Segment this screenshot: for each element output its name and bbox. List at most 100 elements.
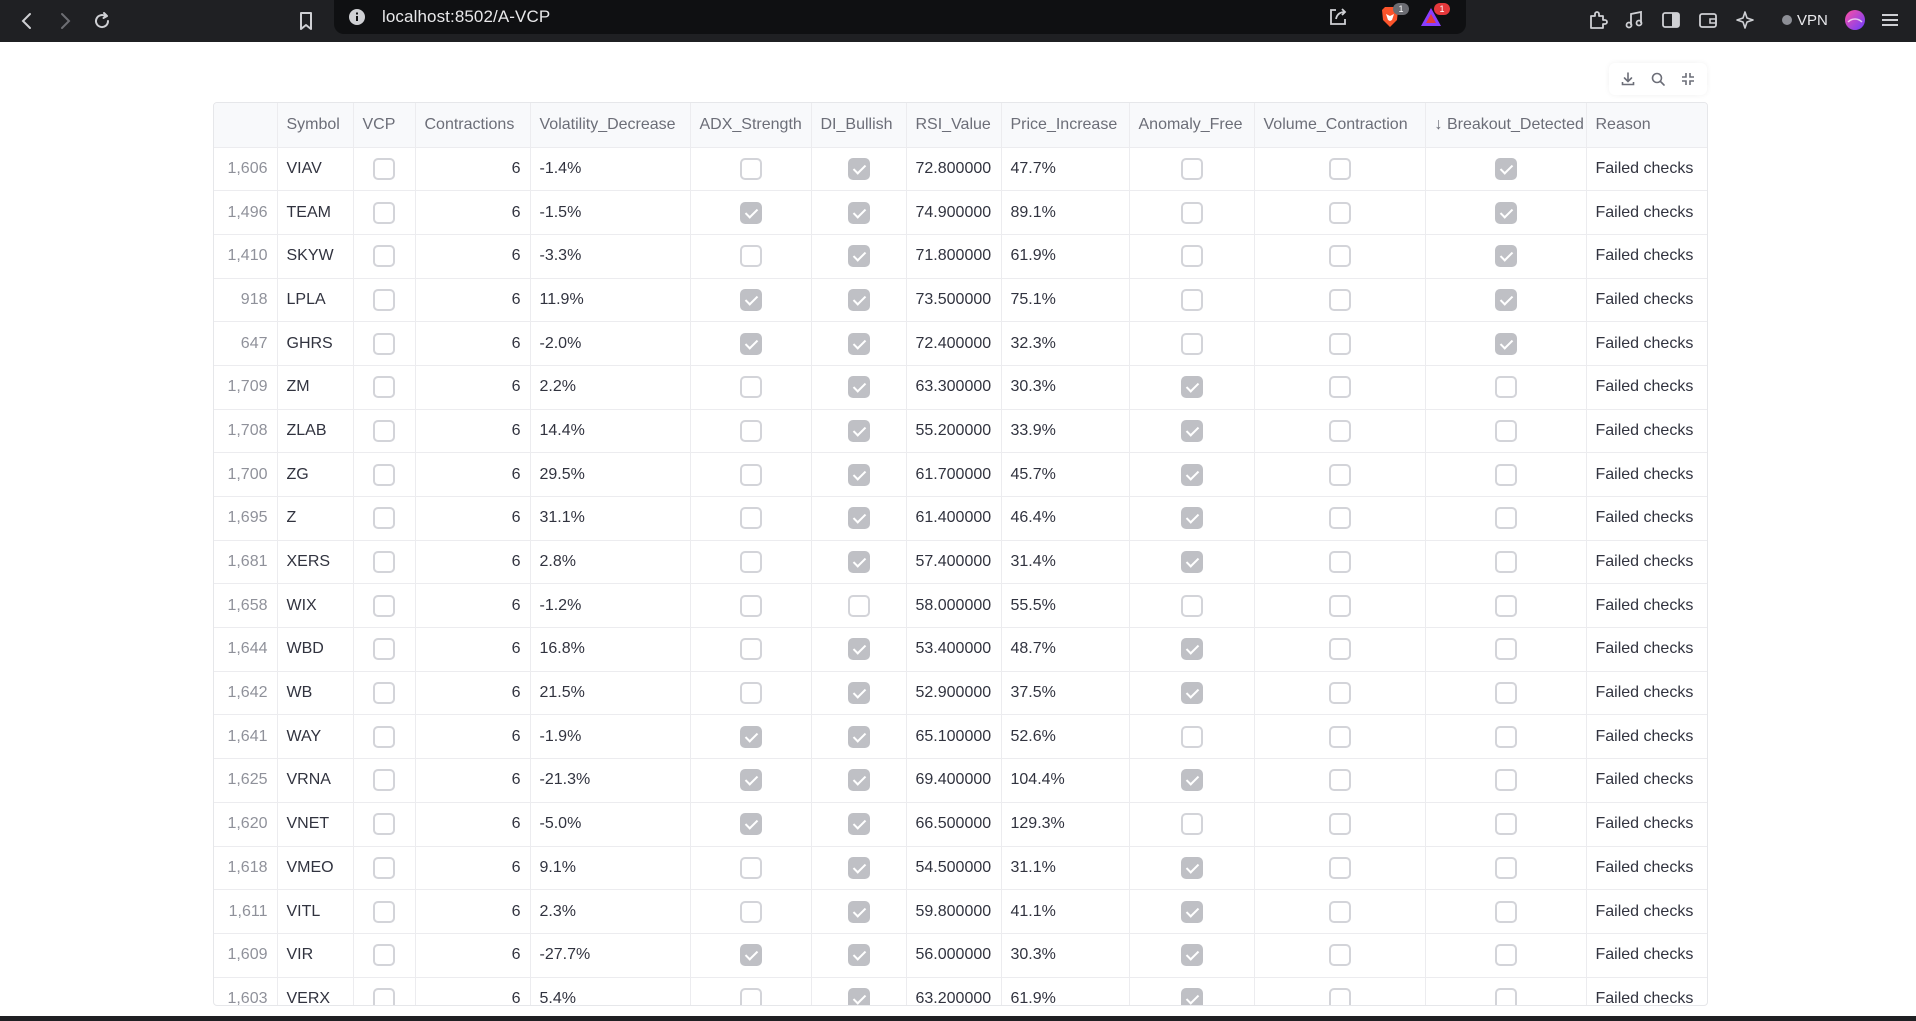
checkbox-volume[interactable] [1328, 900, 1351, 923]
checkbox-di[interactable] [847, 769, 870, 792]
checkbox-breakout[interactable] [1494, 376, 1517, 399]
cell-breakout[interactable] [1425, 452, 1587, 497]
checkbox-adx[interactable] [739, 682, 762, 705]
checkbox-adx[interactable] [739, 813, 762, 836]
cell-di[interactable] [811, 846, 907, 891]
cell-volume[interactable] [1254, 671, 1426, 716]
cell-rsi[interactable]: 52.900000 [906, 671, 1002, 716]
cell-vol_dec[interactable]: 14.4% [530, 409, 691, 454]
checkbox-adx[interactable] [739, 988, 762, 1005]
checkbox-volume[interactable] [1328, 813, 1351, 836]
cell-vol_dec[interactable]: -2.0% [530, 321, 691, 366]
cell-di[interactable] [811, 758, 907, 803]
checkbox-di[interactable] [847, 463, 870, 486]
sparkle-icon[interactable] [1734, 8, 1758, 32]
cell-reason[interactable]: Failed checks [1586, 365, 1707, 410]
checkbox-anomaly[interactable] [1180, 988, 1203, 1005]
cell-contractions[interactable]: 6 [415, 409, 531, 454]
cell-contractions[interactable]: 6 [415, 627, 531, 672]
column-header[interactable]: RSI_Value [906, 103, 1002, 148]
table-row[interactable]: 1,611 VITL 6 2.3% 59.800000 41.1% Failed check… [214, 889, 1707, 934]
rewards-triangle-icon[interactable]: 1 [1418, 3, 1450, 28]
cell-vcp[interactable] [353, 977, 416, 1005]
cell-idx[interactable]: 1,496 [214, 190, 278, 235]
checkbox-di[interactable] [847, 551, 870, 574]
table-row[interactable]: 1,700 ZG 6 29.5% 61.700000 45.7% Failed checks [214, 452, 1707, 497]
column-header[interactable] [214, 103, 278, 148]
checkbox-breakout[interactable] [1494, 638, 1517, 661]
cell-contractions[interactable]: 6 [415, 714, 531, 760]
checkbox-vcp[interactable] [373, 419, 395, 442]
checkbox-anomaly[interactable] [1180, 463, 1203, 486]
checkbox-di[interactable] [847, 245, 870, 268]
checkbox-anomaly[interactable] [1180, 856, 1203, 879]
checkbox-vcp[interactable] [373, 813, 395, 836]
cell-vol_dec[interactable]: 2.3% [530, 889, 691, 934]
cell-contractions[interactable]: 6 [415, 452, 531, 497]
cell-vcp[interactable] [353, 147, 416, 192]
cell-breakout[interactable] [1425, 540, 1587, 585]
cell-breakout[interactable] [1425, 409, 1587, 454]
checkbox-di[interactable] [847, 507, 870, 530]
cell-adx[interactable] [690, 583, 812, 629]
checkbox-adx[interactable] [739, 201, 762, 224]
checkbox-di[interactable] [847, 988, 870, 1005]
cell-idx[interactable]: 647 [214, 321, 278, 366]
cell-rsi[interactable]: 54.500000 [906, 846, 1002, 891]
cell-vcp[interactable] [353, 190, 416, 235]
cell-price[interactable]: 41.1% [1001, 889, 1130, 934]
brave-lion-icon[interactable]: 1 [1378, 3, 1409, 29]
cell-reason[interactable]: Failed checks [1586, 583, 1707, 629]
column-header[interactable]: DI_Bullish [811, 103, 907, 148]
music-note-icon[interactable] [1622, 8, 1646, 32]
cell-vcp[interactable] [353, 321, 416, 366]
cell-contractions[interactable]: 6 [415, 758, 531, 803]
cell-adx[interactable] [690, 889, 812, 934]
cell-symbol[interactable]: WB [277, 671, 354, 716]
cell-volume[interactable] [1254, 278, 1426, 323]
checkbox-anomaly[interactable] [1180, 376, 1203, 399]
cell-breakout[interactable] [1425, 714, 1587, 760]
cell-anomaly[interactable] [1129, 846, 1255, 891]
cell-symbol[interactable]: VIR [277, 933, 354, 978]
checkbox-di[interactable] [847, 376, 870, 399]
cell-price[interactable]: 48.7% [1001, 627, 1130, 672]
cell-contractions[interactable]: 6 [415, 977, 531, 1005]
column-header[interactable]: Reason [1586, 103, 1707, 148]
cell-di[interactable] [811, 889, 907, 934]
table-row[interactable]: 1,618 VMEO 6 9.1% 54.500000 31.1% Failed check… [214, 846, 1707, 891]
cell-idx[interactable]: 1,708 [214, 409, 278, 454]
cell-adx[interactable] [690, 802, 812, 847]
cell-vcp[interactable] [353, 409, 416, 454]
checkbox-volume[interactable] [1328, 201, 1351, 224]
cell-anomaly[interactable] [1129, 758, 1255, 803]
checkbox-volume[interactable] [1328, 551, 1351, 574]
checkbox-di[interactable] [847, 725, 870, 748]
checkbox-breakout[interactable] [1494, 507, 1517, 530]
cell-anomaly[interactable] [1129, 540, 1255, 585]
cell-symbol[interactable]: WAY [277, 714, 354, 760]
checkbox-anomaly[interactable] [1180, 157, 1203, 180]
checkbox-adx[interactable] [739, 944, 762, 967]
cell-contractions[interactable]: 6 [415, 889, 531, 934]
cell-breakout[interactable] [1425, 802, 1587, 847]
cell-price[interactable]: 47.7% [1001, 147, 1130, 192]
cell-symbol[interactable]: VRNA [277, 758, 354, 803]
cell-breakout[interactable] [1425, 190, 1587, 235]
share-icon[interactable] [1326, 6, 1350, 28]
cell-symbol[interactable]: XERS [277, 540, 354, 585]
cell-breakout[interactable] [1425, 147, 1587, 192]
cell-vol_dec[interactable]: -1.4% [530, 147, 691, 192]
cell-anomaly[interactable] [1129, 977, 1255, 1005]
cell-adx[interactable] [690, 409, 812, 454]
cell-idx[interactable]: 1,642 [214, 671, 278, 716]
checkbox-breakout[interactable] [1494, 988, 1517, 1005]
cell-anomaly[interactable] [1129, 190, 1255, 235]
cell-vcp[interactable] [353, 234, 416, 279]
cell-adx[interactable] [690, 758, 812, 803]
checkbox-di[interactable] [847, 900, 870, 923]
cell-vcp[interactable] [353, 496, 416, 541]
checkbox-adx[interactable] [739, 900, 762, 923]
column-header[interactable]: Volume_Contraction [1254, 103, 1426, 148]
cell-vol_dec[interactable]: -27.7% [530, 933, 691, 978]
